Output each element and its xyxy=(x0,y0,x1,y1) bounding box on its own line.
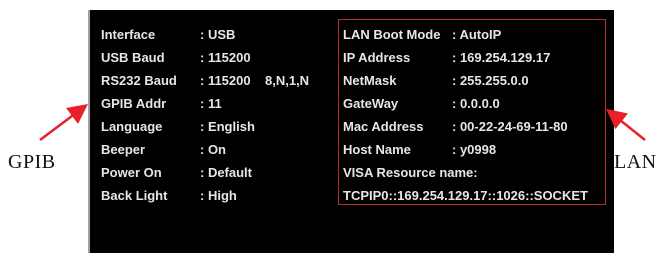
setting-label: Language xyxy=(101,119,163,134)
instrument-screen: Interface : USB USB Baud : 115200 RS232 … xyxy=(88,10,614,253)
setting-value: : 169.254.129.17 xyxy=(452,50,551,65)
setting-label: Host Name xyxy=(343,142,411,157)
setting-value: : y0998 xyxy=(452,142,497,157)
setting-label: NetMask xyxy=(343,73,397,88)
setting-label: Mac Address xyxy=(343,119,424,134)
gpib-arrow-icon xyxy=(39,104,88,141)
setting-value: : 115200 xyxy=(200,50,251,65)
setting-value: : English xyxy=(200,119,255,134)
setting-label: Power On xyxy=(101,165,162,180)
setting-value: : Default xyxy=(200,165,252,180)
visa-resource-value: TCPIP0::169.254.129.17::1026::SOCKET xyxy=(343,188,588,203)
setting-label: Back Light xyxy=(101,188,168,203)
setting-value: : 00-22-24-69-11-80 xyxy=(452,119,568,134)
setting-label: RS232 Baud xyxy=(101,73,177,88)
gpib-callout-label: GPIB xyxy=(8,151,56,173)
setting-value: : 11 xyxy=(200,96,222,111)
setting-value: : AutoIP xyxy=(452,27,502,42)
setting-label: Interface xyxy=(101,27,156,42)
setting-label: Beeper xyxy=(101,142,146,157)
setting-value: : 115200 xyxy=(200,73,251,88)
setting-value: : USB xyxy=(200,27,236,42)
setting-value: : High xyxy=(200,188,237,203)
setting-label: GateWay xyxy=(343,96,399,111)
setting-label: USB Baud xyxy=(101,50,165,65)
setting-value: : 0.0.0.0 xyxy=(452,96,500,111)
visa-resource-label: VISA Resource name: xyxy=(343,165,478,180)
lan-arrow-icon xyxy=(606,108,646,141)
rs232-format: 8,N,1,N xyxy=(265,73,310,88)
setting-label: IP Address xyxy=(343,50,411,65)
setting-value: : On xyxy=(200,142,226,157)
setting-label: GPIB Addr xyxy=(101,96,167,111)
setting-value: : 255.255.0.0 xyxy=(452,73,529,88)
setting-label: LAN Boot Mode xyxy=(343,27,441,42)
lan-callout-label: LAN xyxy=(614,151,657,173)
